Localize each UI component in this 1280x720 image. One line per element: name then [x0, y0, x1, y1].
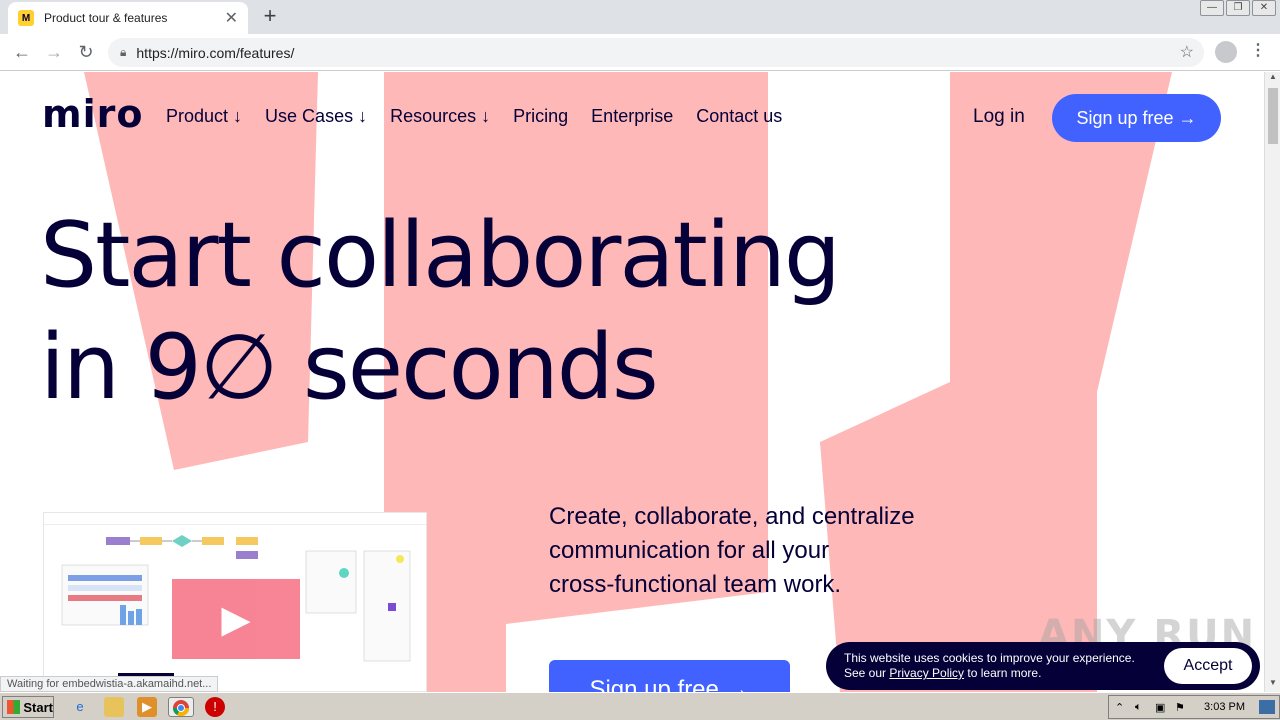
windows-taskbar: Start e ▶ ! ⌃ 🔈︎ ▣ ⚑ 3:03 PM — [0, 692, 1280, 720]
scroll-up-arrow-icon[interactable]: ▲ — [1265, 72, 1280, 86]
signup-top-button[interactable]: Sign up free → — [1052, 94, 1221, 142]
hero-heading: Start collaborating in 9∅ seconds — [40, 200, 841, 424]
cookie-line-2-prefix: See our — [844, 666, 890, 680]
address-bar[interactable]: 🔒︎ https://miro.com/features/ ☆ — [108, 38, 1204, 67]
signup-main-button[interactable]: Sign up free → — [549, 660, 790, 692]
video-board-topbar — [44, 513, 426, 525]
minimize-button[interactable]: — — [1200, 0, 1224, 16]
login-link[interactable]: Log in — [973, 106, 1025, 128]
cookie-banner: This website uses cookies to improve you… — [826, 642, 1260, 690]
folder-icon[interactable] — [104, 697, 124, 717]
scroll-down-arrow-icon[interactable]: ▼ — [1265, 678, 1280, 692]
description-line-2: communication for all your — [549, 537, 830, 564]
nav-pricing[interactable]: Pricing — [513, 106, 568, 127]
nav-contact-us[interactable]: Contact us — [696, 106, 782, 127]
tab-close-icon[interactable]: ✕ — [225, 8, 238, 28]
windows-flag-icon — [7, 700, 21, 714]
video-play-button[interactable]: ▶ — [172, 579, 300, 659]
tray-expand-icon[interactable]: ⌃ — [1115, 701, 1124, 714]
miro-favicon-icon: M — [18, 10, 34, 26]
description-line-3: cross-functional team work. — [549, 571, 842, 598]
browser-menu-icon[interactable]: ⋮ — [1250, 40, 1266, 60]
privacy-policy-link[interactable]: Privacy Policy — [889, 666, 964, 680]
system-tray: ⌃ 🔈︎ ▣ ⚑ 3:03 PM — [1108, 695, 1280, 719]
cookie-message-line-1: This website uses cookies to improve you… — [844, 651, 1135, 665]
window-controls: — ❐ ✕ — [1200, 0, 1276, 16]
media-player-icon[interactable]: ▶ — [137, 697, 157, 717]
browser-status-bubble: Waiting for embedwistia-a.akamaihd.net..… — [0, 676, 219, 692]
url-text: https://miro.com/features/ — [136, 44, 295, 61]
start-button[interactable]: Start — [2, 696, 54, 718]
action-center-flag-icon[interactable]: ⚑ — [1175, 701, 1185, 714]
cookie-line-2-suffix: to learn more. — [964, 666, 1042, 680]
volume-icon[interactable]: 🔈︎ — [1135, 701, 1142, 714]
internet-explorer-icon[interactable]: e — [70, 697, 90, 717]
nav-enterprise[interactable]: Enterprise — [591, 106, 673, 127]
back-arrow-icon[interactable]: ← — [10, 40, 34, 64]
page-viewport: miro Product ↓ Use Cases ↓ Resources ↓ P… — [0, 72, 1264, 692]
hero-description: Create, collaborate, and centralize comm… — [549, 500, 979, 602]
cookie-message-line-2: See our Privacy Policy to learn more. — [844, 666, 1162, 681]
hero-line-1: Start collaborating — [40, 203, 841, 308]
nav-resources[interactable]: Resources ↓ — [390, 106, 490, 127]
hero-line-2: in 9∅ seconds — [40, 315, 659, 420]
browser-toolbar: ← → ↻ 🔒︎ https://miro.com/features/ ☆ ⋮ — [0, 34, 1280, 71]
browser-tab-bar: M Product tour & features ✕ + — ❐ ✕ — [0, 0, 1280, 34]
opera-icon[interactable]: ! — [205, 697, 225, 717]
reload-icon[interactable]: ↻ — [74, 40, 98, 64]
product-video-thumbnail[interactable]: ▶ — [43, 512, 427, 692]
start-label: Start — [23, 699, 53, 715]
chrome-taskbar-icon[interactable] — [168, 697, 194, 717]
forward-arrow-icon[interactable]: → — [42, 40, 66, 64]
page-scrollbar[interactable]: ▲ ▼ — [1264, 72, 1280, 692]
nav-product[interactable]: Product ↓ — [166, 106, 242, 127]
play-icon: ▶ — [221, 598, 251, 641]
nav-use-cases[interactable]: Use Cases ↓ — [265, 106, 367, 127]
tab-title: Product tour & features — [44, 11, 168, 25]
clock[interactable]: 3:03 PM — [1204, 701, 1245, 713]
screen: M Product tour & features ✕ + — ❐ ✕ ← → … — [0, 0, 1280, 720]
main-nav: Product ↓ Use Cases ↓ Resources ↓ Pricin… — [166, 106, 782, 127]
cookie-message: This website uses cookies to improve you… — [844, 651, 1162, 681]
cookie-accept-button[interactable]: Accept — [1164, 648, 1252, 684]
miro-logo[interactable]: miro — [42, 92, 143, 136]
restore-button[interactable]: ❐ — [1226, 0, 1250, 16]
new-tab-plus-icon[interactable]: + — [258, 4, 282, 28]
description-line-1: Create, collaborate, and centralize — [549, 503, 915, 530]
close-window-button[interactable]: ✕ — [1252, 0, 1276, 16]
bookmark-star-icon[interactable]: ☆ — [1180, 42, 1194, 62]
show-desktop-icon[interactable] — [1259, 700, 1275, 714]
lock-icon: 🔒︎ — [120, 45, 127, 59]
profile-avatar-icon[interactable] — [1215, 41, 1237, 63]
browser-tab[interactable]: M Product tour & features ✕ — [8, 2, 248, 34]
scrollbar-thumb[interactable] — [1268, 88, 1278, 144]
network-icon[interactable]: ▣ — [1155, 701, 1165, 714]
